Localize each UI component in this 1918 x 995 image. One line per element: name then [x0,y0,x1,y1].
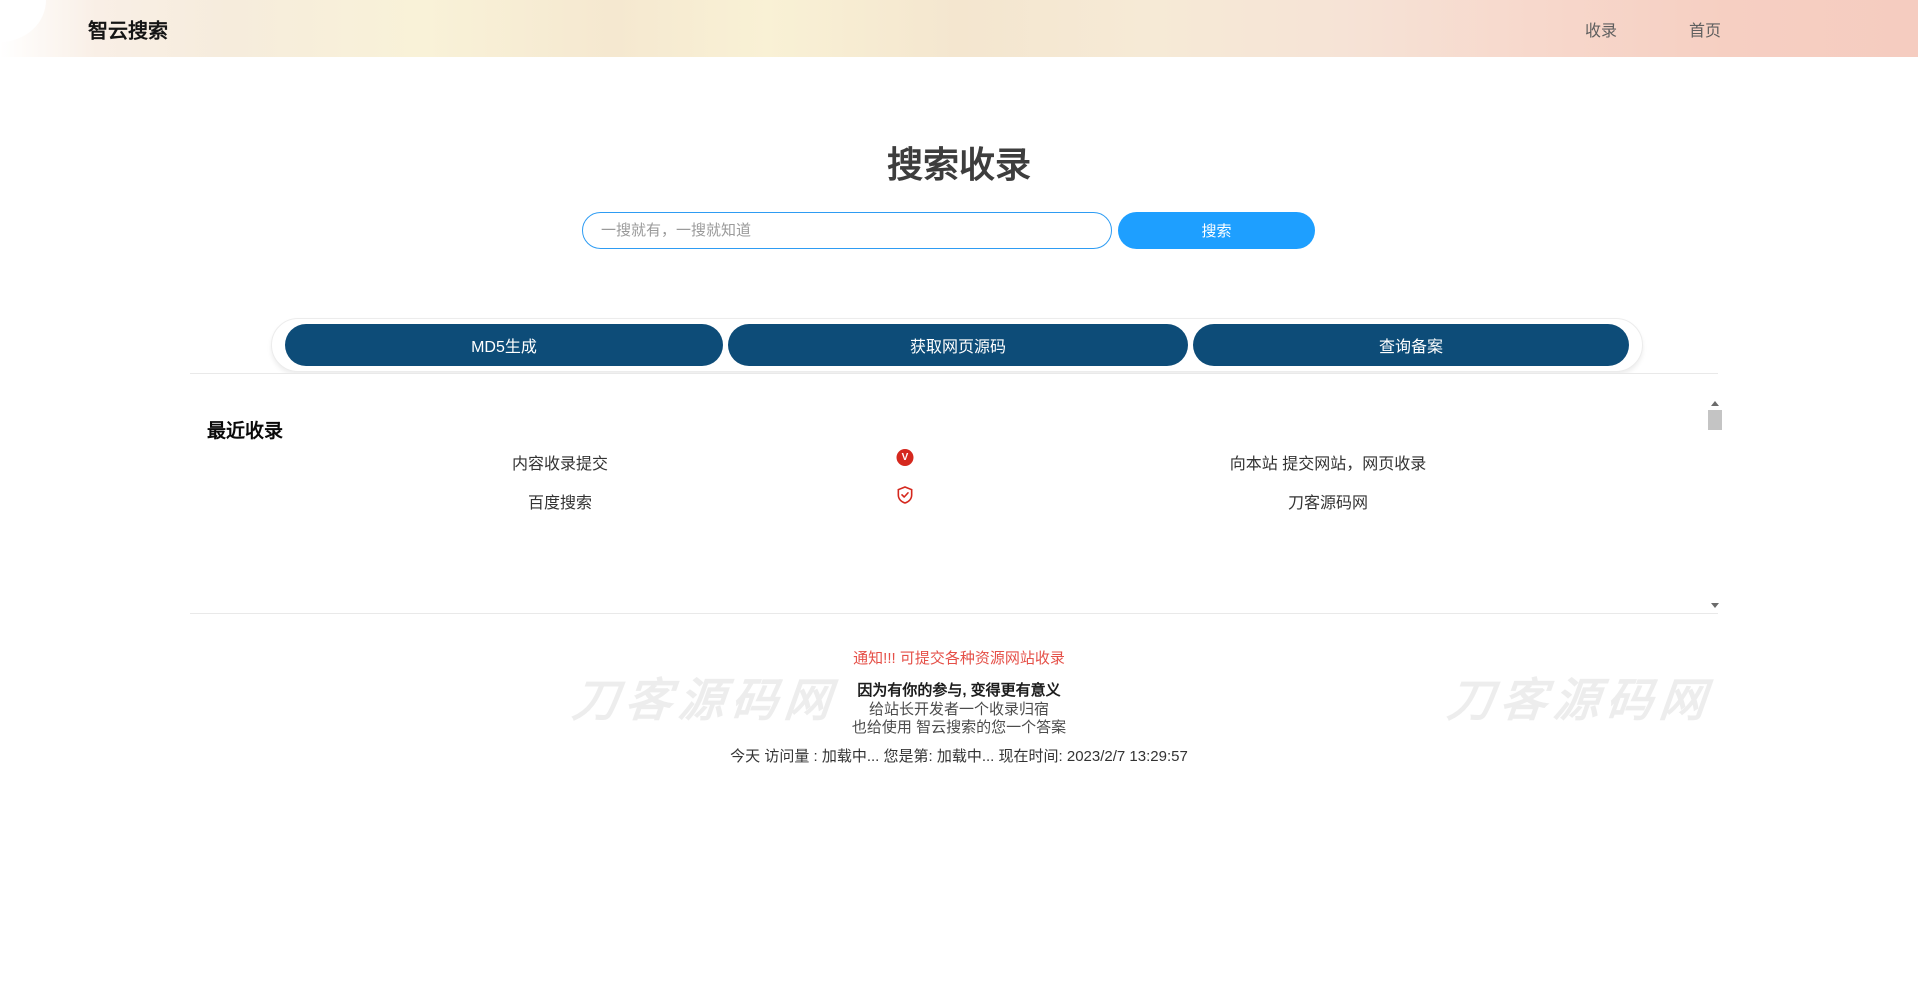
scroll-up-icon[interactable] [1705,397,1724,410]
slogan-line-1: 因为有你的参与, 变得更有意义 [0,679,1918,700]
page-title: 搜索收录 [0,136,1918,188]
verified-badge-icon: V [897,447,914,466]
tool-button-row: MD5生成 获取网页源码 查询备案 [271,318,1643,372]
recent-records-heading: 最近收录 [207,416,283,443]
header: 智云搜索 收录 首页 [0,0,1918,57]
nav-item-shoulu[interactable]: 收录 [1585,17,1617,41]
nav-item-shouye[interactable]: 首页 [1689,17,1721,41]
md5-generate-button[interactable]: MD5生成 [285,324,723,366]
recent-records-panel: 最近收录 内容收录提交 V 向本站 提交网站，网页收录 百度搜索 刀客源码网 [190,373,1718,614]
record-desc-daoke-source[interactable]: 刀客源码网 [1288,489,1368,513]
shield-check-icon [897,486,913,509]
icp-record-query-button[interactable]: 查询备案 [1193,324,1629,366]
visit-stats: 今天 访问量 : 加载中... 您是第: 加载中... 现在时间: 2023/2… [0,745,1918,766]
search-input[interactable] [582,212,1112,249]
verified-badge-letter: V [897,449,914,466]
record-link-content-submit[interactable]: 内容收录提交 [512,450,608,474]
page: 智云搜索 收录 首页 搜索收录 搜索 MD5生成 获取网页源码 查询备案 最近收… [0,0,1918,995]
site-logo[interactable]: 智云搜索 [88,14,168,43]
search-button[interactable]: 搜索 [1118,212,1315,249]
header-corner-notch [0,0,46,42]
notice-text: 通知!!! 可提交各种资源网站收录 [0,647,1918,668]
top-nav: 收录 首页 [1585,0,1721,57]
scrollbar-thumb[interactable] [1708,410,1722,430]
scroll-down-icon[interactable] [1705,599,1724,612]
record-link-baidu-search[interactable]: 百度搜索 [528,489,592,513]
slogan-line-3: 也给使用 智云搜索的您一个答案 [0,716,1918,737]
search-bar: 搜索 [582,212,1315,249]
panel-scrollbar[interactable] [1705,397,1724,612]
fetch-page-source-button[interactable]: 获取网页源码 [728,324,1188,366]
record-desc-submit-site[interactable]: 向本站 提交网站，网页收录 [1230,450,1426,474]
